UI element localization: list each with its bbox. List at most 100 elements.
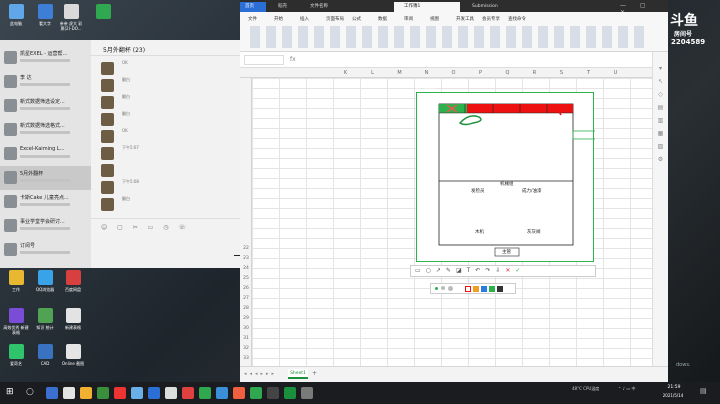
- chat-list-item[interactable]: 李 达: [0, 70, 91, 94]
- chat-list-item[interactable]: 卡斯Cake 儿童亮点...: [0, 190, 91, 214]
- menu-item[interactable]: 插入: [300, 16, 309, 22]
- column-header[interactable]: L: [359, 70, 386, 76]
- start-icon[interactable]: ⊞: [6, 387, 14, 397]
- ribbon-tools[interactable]: [250, 26, 650, 48]
- desktop-icon[interactable]: [90, 4, 116, 21]
- chat-list-item[interactable]: 新式数据筛选设定...: [0, 94, 91, 118]
- menu-item[interactable]: 视图: [430, 16, 439, 22]
- taskbar-app-icon[interactable]: [97, 387, 109, 399]
- desktop-icon[interactable]: 此电脑: [3, 4, 29, 26]
- add-sheet-icon[interactable]: +: [312, 370, 317, 377]
- avatar: [4, 219, 17, 232]
- row-header[interactable]: 23: [240, 256, 252, 261]
- taskbar-app-icon[interactable]: [267, 387, 279, 399]
- taskbar-app-icon[interactable]: [250, 387, 262, 399]
- row-header[interactable]: 30: [240, 326, 252, 331]
- desktop-icon[interactable]: 高效优秀 新建表格: [3, 308, 29, 335]
- search-icon[interactable]: ○: [26, 387, 34, 397]
- taskbar-app-icon[interactable]: [216, 387, 228, 399]
- column-header[interactable]: R: [521, 70, 548, 76]
- menu-item[interactable]: 公式: [352, 16, 361, 22]
- tab[interactable]: 稻壳: [268, 2, 298, 12]
- taskbar-app-icon[interactable]: [80, 387, 92, 399]
- menu-item[interactable]: 查找命令: [508, 16, 526, 22]
- taskbar-app-icon[interactable]: [182, 387, 194, 399]
- tab[interactable]: Submission: [462, 2, 522, 12]
- row-header[interactable]: 29: [240, 316, 252, 321]
- message-text: 翻白: [122, 111, 130, 116]
- desktop-icon[interactable]: 新建表格: [60, 308, 86, 330]
- menu-item[interactable]: 页面布局: [326, 16, 344, 22]
- tab[interactable]: 首页: [240, 2, 266, 12]
- taskbar-app-icon[interactable]: [131, 387, 143, 399]
- row-header[interactable]: 31: [240, 336, 252, 341]
- desktop-icon[interactable]: 爱奇艺: [3, 344, 29, 366]
- desktop-icon[interactable]: 工作: [3, 270, 29, 292]
- taskbar-app-icon[interactable]: [199, 387, 211, 399]
- menu-item[interactable]: 开始: [274, 16, 283, 22]
- row-header[interactable]: 24: [240, 266, 252, 271]
- capture-toolbar[interactable]: ▭○↗✎◪T↶↷⇩✕✓: [410, 265, 596, 277]
- column-header[interactable]: O: [440, 70, 467, 76]
- sheet-nav[interactable]: ◂◂◂▸▸▸: [244, 371, 277, 377]
- app-icon: [8, 270, 24, 285]
- desktop-icon[interactable]: 亲亲 虎大 彩票(2)-DO...: [58, 4, 84, 31]
- desktop-icon-label: 亲亲 虎大 彩票(2)-DO...: [59, 21, 83, 31]
- menu-item[interactable]: 审阅: [404, 16, 413, 22]
- menu-item[interactable]: 数据: [378, 16, 387, 22]
- app-icon: [65, 270, 81, 285]
- chat-preview: [20, 179, 70, 182]
- row-header[interactable]: 32: [240, 346, 252, 351]
- taskbar-app-icon[interactable]: [148, 387, 160, 399]
- column-header[interactable]: N: [413, 70, 440, 76]
- desktop-icon[interactable]: QQ浏览器: [32, 270, 58, 292]
- formula-bar[interactable]: fx: [240, 52, 668, 68]
- chat-list-item[interactable]: Excel-Kaiming L...: [0, 142, 91, 166]
- menu-item[interactable]: 开发工具: [456, 16, 474, 22]
- taskbar-app-icon[interactable]: [233, 387, 245, 399]
- chat-list-item[interactable]: 事业学堂学会研讨...: [0, 214, 91, 238]
- desktop-icon[interactable]: Online 截图: [60, 344, 86, 366]
- taskbar-app-icon[interactable]: [46, 387, 58, 399]
- tray-icons[interactable]: ⌃ ♪ ▭ 中: [618, 386, 636, 392]
- avatar: [4, 75, 17, 88]
- desktop-icon[interactable]: 百度网盘: [60, 270, 86, 292]
- column-header[interactable]: T: [575, 70, 602, 76]
- taskbar-app-icon[interactable]: [114, 387, 126, 399]
- capture-size: 477 x 407: [416, 85, 437, 90]
- desktop-icon[interactable]: 看大字: [32, 4, 58, 26]
- taskbar-app-icon[interactable]: [284, 387, 296, 399]
- menu-item[interactable]: 会员专享: [482, 16, 500, 22]
- taskbar-app-icon[interactable]: [63, 387, 75, 399]
- desktop-icon[interactable]: CAD: [32, 344, 58, 366]
- row-header[interactable]: 25: [240, 276, 252, 281]
- column-header[interactable]: S: [548, 70, 575, 76]
- taskbar-app-icon[interactable]: [301, 387, 313, 399]
- desktop-icon[interactable]: 知识 统计: [32, 308, 58, 330]
- row-header[interactable]: 26: [240, 286, 252, 291]
- column-header[interactable]: U: [602, 70, 629, 76]
- row-header[interactable]: 27: [240, 296, 252, 301]
- chat-name: 事业学堂学会研讨...: [20, 219, 65, 225]
- column-header[interactable]: P: [467, 70, 494, 76]
- chat-list-item[interactable]: 凯星EXEL - 运营帮...: [0, 46, 91, 70]
- row-header[interactable]: 33: [240, 356, 252, 361]
- chat-list-item[interactable]: 5月外翻杯: [0, 166, 91, 190]
- chat-list-item[interactable]: 订阅号: [0, 238, 91, 262]
- column-header[interactable]: M: [386, 70, 413, 76]
- tab[interactable]: 工作簿1: [394, 2, 460, 12]
- chat-list-item[interactable]: 新式数据筛选格式...: [0, 118, 91, 142]
- menu-item[interactable]: 文件: [248, 16, 257, 22]
- row-header[interactable]: 22: [240, 246, 252, 251]
- capture-area[interactable]: 机械组 发检员 成力/油漆 木机 灰灰阀 主管: [416, 92, 595, 262]
- column-header[interactable]: Q: [494, 70, 521, 76]
- taskbar-app-icon[interactable]: [165, 387, 177, 399]
- column-header[interactable]: K: [332, 70, 359, 76]
- name-box[interactable]: [244, 55, 284, 65]
- sheet-tab[interactable]: Sheet1: [288, 369, 308, 379]
- input-toolbar[interactable]: ☺ ▢ ✂ ▭ ◷ ☏: [101, 224, 190, 231]
- tab[interactable]: 文件名称: [300, 2, 390, 12]
- notification-icon[interactable]: ▤: [700, 387, 707, 395]
- color-palette[interactable]: [430, 283, 516, 294]
- row-header[interactable]: 28: [240, 306, 252, 311]
